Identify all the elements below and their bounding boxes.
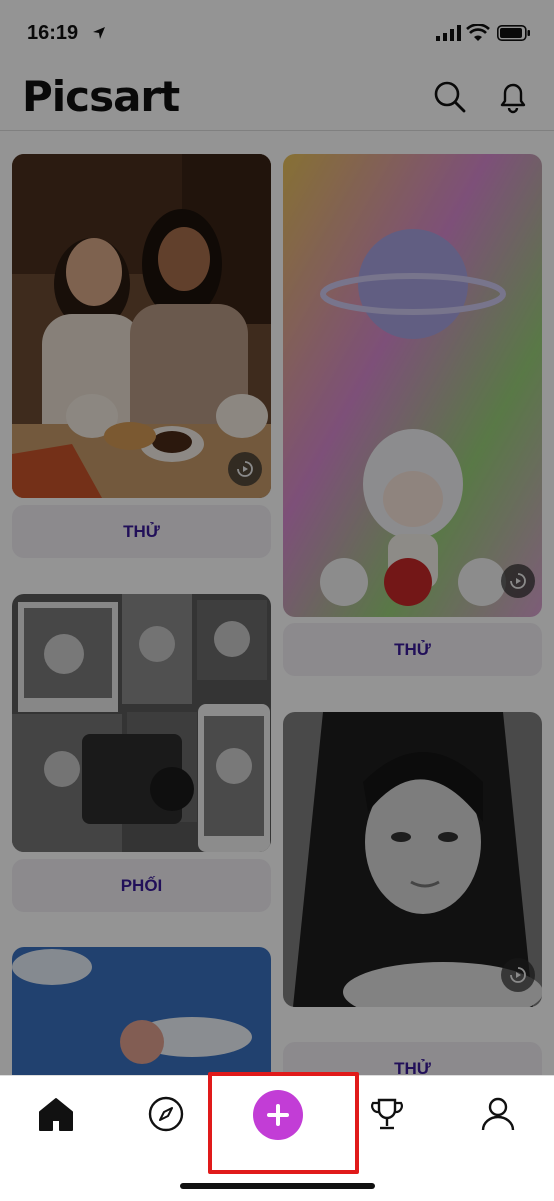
- status-bar: 16:19: [0, 0, 554, 64]
- wifi-icon: [466, 24, 490, 41]
- app-header: Picsart: [0, 64, 554, 131]
- status-time: 16:19: [27, 22, 79, 44]
- feed-image-anime[interactable]: [283, 154, 542, 617]
- home-feed[interactable]: THỬ THỬ PHỐI THỬ: [0, 130, 554, 1075]
- search-icon[interactable]: [433, 80, 467, 114]
- try-button[interactable]: THỬ: [283, 1042, 542, 1075]
- replay-icon[interactable]: [228, 452, 262, 486]
- replay-icon[interactable]: [501, 564, 535, 598]
- feed-image-sky[interactable]: [12, 947, 271, 1075]
- feed-image-cafe[interactable]: [12, 154, 271, 498]
- compass-icon[interactable]: [146, 1094, 186, 1134]
- location-arrow-icon: [93, 27, 105, 39]
- replay-icon[interactable]: [501, 958, 535, 992]
- home-indicator: [180, 1183, 375, 1189]
- cellular-signal-icon: [436, 25, 461, 41]
- try-button[interactable]: THỬ: [12, 505, 271, 558]
- bell-icon[interactable]: [496, 80, 530, 114]
- remix-button[interactable]: PHỐI: [12, 859, 271, 912]
- feed-image-collage[interactable]: [12, 594, 271, 852]
- home-icon[interactable]: [36, 1094, 76, 1134]
- battery-icon: [497, 25, 530, 41]
- profile-icon[interactable]: [478, 1094, 518, 1134]
- picsart-logo: Picsart: [22, 72, 180, 121]
- highlight-box: [208, 1072, 359, 1174]
- feed-image-portrait[interactable]: [283, 712, 542, 1007]
- try-button[interactable]: THỬ: [283, 623, 542, 676]
- trophy-icon[interactable]: [367, 1094, 407, 1134]
